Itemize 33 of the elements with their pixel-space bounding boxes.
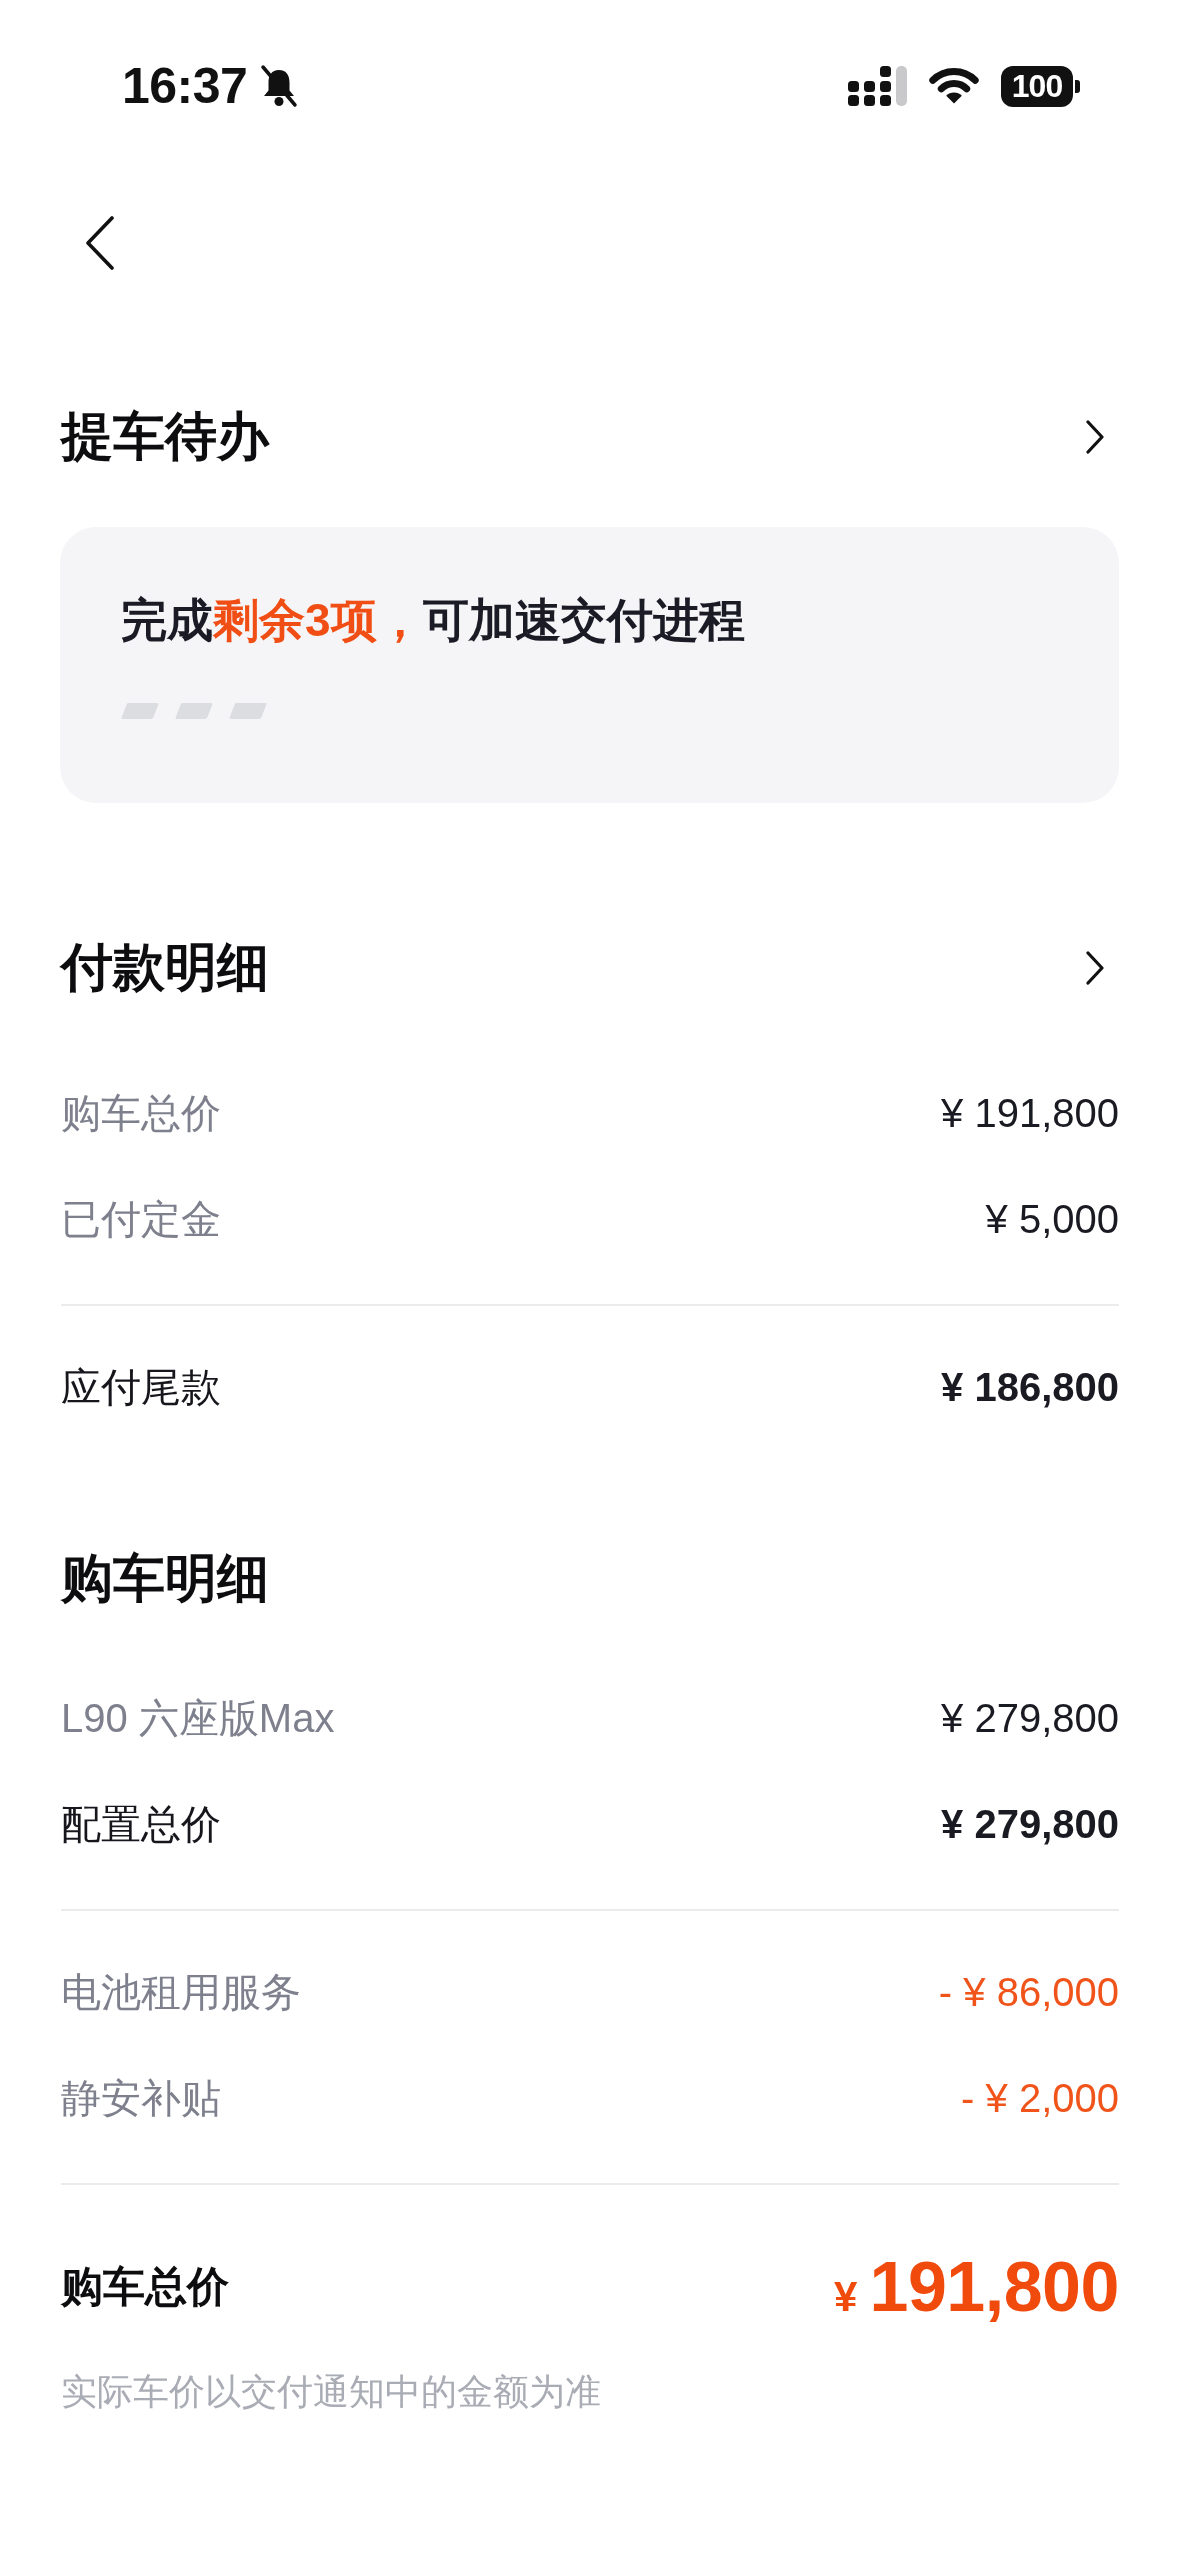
- price-value: - ¥ 86,000: [938, 1969, 1119, 2015]
- battery-indicator: 100: [1001, 65, 1080, 107]
- price-value: ¥ 191,800: [941, 1090, 1119, 1136]
- dash-icon: [229, 703, 267, 719]
- price-label: 购车总价: [61, 1089, 221, 1137]
- price-value: ¥ 5,000: [985, 1196, 1119, 1242]
- price-value: - ¥ 2,000: [961, 2075, 1119, 2121]
- price-label: 已付定金: [61, 1195, 221, 1243]
- status-time: 16:37: [122, 57, 248, 115]
- bell-slash-icon: [259, 64, 300, 108]
- price-label: 配置总价: [61, 1800, 221, 1848]
- price-label: 应付尾款: [61, 1363, 221, 1411]
- price-label: 电池租用服务: [61, 1968, 301, 2016]
- price-label: 静安补贴: [61, 2074, 221, 2122]
- signal-icon: [848, 66, 907, 106]
- price-label: L90 六座版Max: [61, 1694, 335, 1742]
- section-title: 付款明细: [61, 937, 269, 998]
- dash-icon: [175, 703, 213, 719]
- section-title: 提车待办: [61, 406, 269, 467]
- chevron-right-icon[interactable]: [1085, 951, 1105, 985]
- back-icon[interactable]: [84, 216, 116, 270]
- price-value: ¥ 186,800: [941, 1364, 1119, 1410]
- section-title: 购车明细: [61, 1548, 269, 1609]
- wifi-icon: [927, 67, 981, 105]
- total-price-amount: ¥ 191,800: [834, 2247, 1119, 2327]
- price-value: ¥ 279,800: [941, 1801, 1119, 1847]
- price-value: ¥ 279,800: [941, 1695, 1119, 1741]
- price-note: 实际车价以交付通知中的金额为准: [61, 2370, 601, 2414]
- todo-message: 完成剩余3项，可加速交付进程: [121, 593, 745, 648]
- chevron-right-icon[interactable]: [1085, 420, 1105, 454]
- price-label: 购车总价: [61, 2262, 229, 2312]
- todo-card[interactable]: 完成剩余3项，可加速交付进程: [60, 527, 1119, 803]
- dash-icon: [121, 703, 159, 719]
